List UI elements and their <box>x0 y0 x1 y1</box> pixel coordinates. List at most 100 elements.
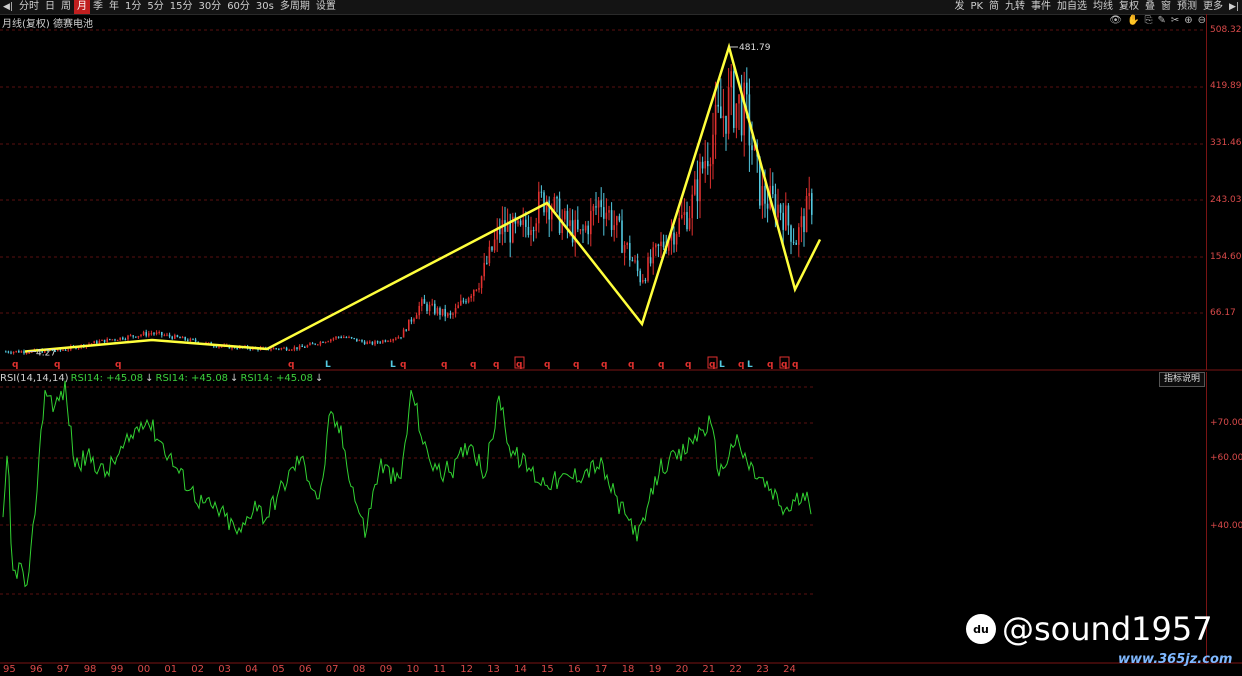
candle-body <box>636 260 639 271</box>
year-label: 22 <box>729 664 743 675</box>
candle-body <box>179 337 181 339</box>
candle-body <box>631 260 634 262</box>
candle-body <box>785 205 787 230</box>
signal-marker: q <box>792 360 798 370</box>
candle-body <box>272 348 275 350</box>
signal-marker: q <box>441 360 447 370</box>
candle-body <box>699 161 701 202</box>
candle-body <box>556 196 558 199</box>
candle-body <box>558 198 561 234</box>
candle-body <box>7 351 10 353</box>
candle-body <box>447 313 449 317</box>
candle-body <box>319 341 322 345</box>
candle-body <box>465 301 467 303</box>
candle-body <box>187 339 189 341</box>
candle-body <box>129 335 132 337</box>
baidu-paw-icon: du <box>966 614 996 644</box>
candle-body <box>392 339 394 341</box>
candle-body <box>382 340 384 343</box>
candle-body <box>675 234 678 245</box>
year-label: 00 <box>137 664 151 675</box>
candle-body <box>366 342 368 345</box>
year-label: 18 <box>621 664 635 675</box>
year-label: 95 <box>3 664 16 675</box>
candle-body <box>439 308 441 315</box>
watermark: du @sound1957 <box>966 610 1213 648</box>
year-label: 05 <box>272 664 285 675</box>
candle-body <box>64 349 67 351</box>
candle-body <box>10 352 12 354</box>
candle-body <box>478 288 480 290</box>
candle-body <box>431 303 433 305</box>
candle-body <box>449 313 452 315</box>
chart-canvas[interactable]: 481.794.27q q q q L Lq q q q q q q q q q q q Lq Lq q q <box>0 0 1242 676</box>
candle-body <box>166 334 168 336</box>
year-label: 20 <box>675 664 689 675</box>
candle-body <box>397 337 400 339</box>
candle-body <box>270 349 272 351</box>
candle-body <box>23 351 25 354</box>
candle-body <box>379 342 381 344</box>
candle-body <box>275 348 277 350</box>
signal-marker: L <box>719 360 725 370</box>
candle-body <box>285 347 288 351</box>
candle-body <box>148 333 150 336</box>
candle-body <box>153 333 155 335</box>
candle-body <box>101 339 103 341</box>
candle-body <box>629 243 631 261</box>
candle-body <box>421 299 423 306</box>
candle-body <box>517 220 519 224</box>
candle-body <box>168 334 171 337</box>
candle-body <box>389 340 392 342</box>
candle-body <box>353 338 355 340</box>
candle-body <box>798 227 800 245</box>
candle-body <box>15 350 17 352</box>
signal-marker: q <box>685 360 691 370</box>
signal-marker: q <box>54 360 60 370</box>
candle-body <box>410 319 413 322</box>
candle-body <box>696 179 699 202</box>
candle-body <box>647 257 649 281</box>
candle-body <box>127 335 129 340</box>
candle-body <box>772 185 774 195</box>
candle-body <box>161 331 163 336</box>
candle-body <box>137 335 140 338</box>
candle-body <box>340 336 342 338</box>
candle-body <box>454 308 457 314</box>
candle-body <box>280 348 283 350</box>
signal-marker: L <box>747 360 753 370</box>
signal-marker: q <box>115 360 121 370</box>
rsi-line <box>2 380 812 588</box>
candle-body <box>660 241 662 247</box>
candle-body <box>142 332 145 335</box>
signal-marker: q <box>470 360 476 370</box>
candle-body <box>569 220 571 226</box>
year-label: 11 <box>433 664 447 675</box>
signal-marker: q <box>288 360 294 370</box>
candle-body <box>106 338 108 343</box>
year-label: 06 <box>298 664 312 675</box>
candle-body <box>301 345 303 347</box>
year-label: 16 <box>567 664 581 675</box>
candle-body <box>194 339 197 342</box>
candle-body <box>109 338 111 340</box>
candle-body <box>288 350 290 352</box>
candle-body <box>309 343 311 346</box>
signal-marker: q <box>544 360 550 370</box>
candle-body <box>525 219 527 227</box>
candle-body <box>119 337 121 340</box>
candle-body <box>805 195 808 233</box>
candle-body <box>811 193 813 215</box>
candle-body <box>434 303 436 314</box>
year-label: 19 <box>648 664 662 675</box>
year-label: 10 <box>406 664 420 675</box>
candle-body <box>540 191 543 193</box>
candle-body <box>20 351 23 353</box>
candle-body <box>473 290 475 296</box>
signal-marker: q <box>781 360 787 370</box>
candle-body <box>12 351 15 354</box>
candle-body <box>291 349 293 351</box>
candle-body <box>655 244 657 248</box>
candle-body <box>171 336 173 339</box>
candle-body <box>67 349 69 351</box>
